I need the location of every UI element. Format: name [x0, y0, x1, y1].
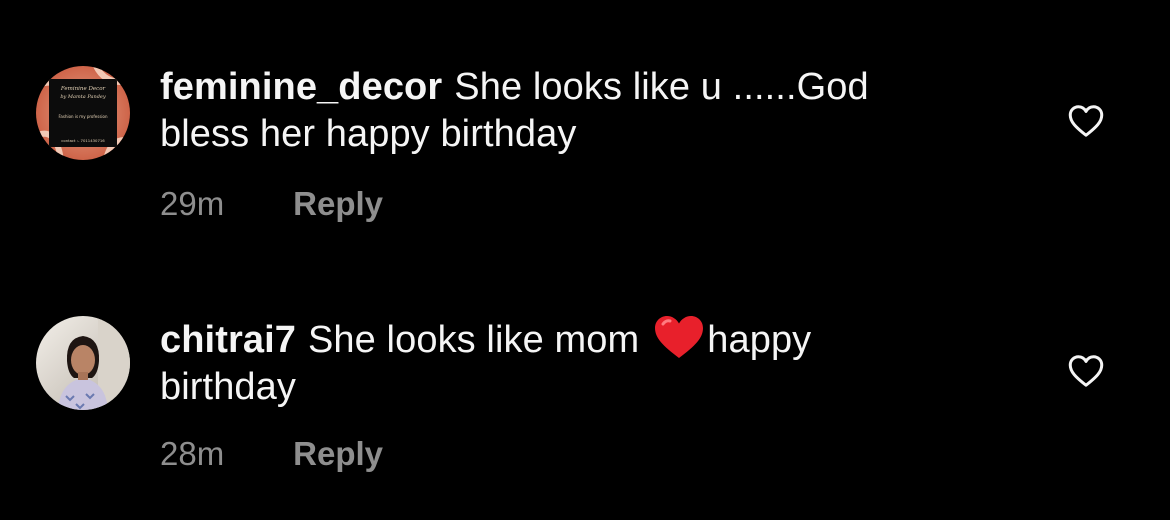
reply-button[interactable]: Reply — [293, 185, 383, 222]
avatar-image — [36, 316, 130, 410]
comment-username[interactable]: chitrai7 — [160, 319, 296, 361]
comment-timestamp: 28m — [160, 435, 225, 472]
avatar-contact: contact :- 7011430716 — [61, 138, 105, 143]
comment-body-line2: birthday — [160, 366, 296, 408]
avatar-image: Feminine Decor by Mamta Pandey Fashion i… — [36, 66, 130, 160]
comment-body-part2: happy — [707, 319, 812, 361]
comment-text: feminine_decor She looks like u ......God… — [160, 64, 960, 158]
comment-item: chitrai7 She looks like mom happy birthda… — [0, 310, 1170, 520]
comment-meta: 29m Reply — [160, 184, 383, 224]
avatar-tagline: Fashion is my profession — [58, 114, 108, 119]
heart-outline-icon[interactable] — [1068, 104, 1104, 138]
heart-outline-icon[interactable] — [1068, 354, 1104, 388]
comment-body-line1: She looks like u ......God — [454, 66, 869, 108]
reply-button[interactable]: Reply — [293, 435, 383, 472]
avatar[interactable]: Feminine Decor by Mamta Pandey Fashion i… — [36, 66, 130, 160]
comment-item: Feminine Decor by Mamta Pandey Fashion i… — [0, 60, 1170, 270]
comment-text: chitrai7 She looks like mom happy birthda… — [160, 314, 960, 411]
comment-body-line2: bless her happy birthday — [160, 113, 577, 155]
comment-meta: 28m Reply — [160, 434, 383, 474]
comment-timestamp: 29m — [160, 185, 225, 222]
avatar-logo-line1: Feminine Decor — [60, 86, 106, 92]
avatar-logo-line2: by Mamta Pandey — [60, 94, 106, 100]
red-heart-emoji — [655, 316, 704, 358]
comment-username[interactable]: feminine_decor — [160, 66, 442, 108]
comment-body-part1: She looks like mom — [307, 319, 640, 361]
avatar[interactable] — [36, 316, 130, 410]
